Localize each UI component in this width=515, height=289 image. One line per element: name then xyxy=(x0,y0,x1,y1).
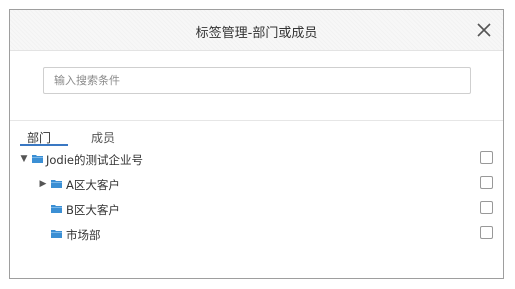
tab-bar: 部门 成员 xyxy=(10,120,503,146)
folder-icon xyxy=(32,154,43,163)
tree-node-root[interactable]: ▼ Jodie的测试企业号 xyxy=(10,149,503,169)
expand-caret-icon[interactable]: ▶ xyxy=(38,178,48,190)
tree-node-a-region[interactable]: ▶ A区大客户 xyxy=(10,174,503,194)
dialog-title: 标签管理-部门或成员 xyxy=(195,26,318,41)
close-icon xyxy=(477,23,491,37)
collapse-caret-icon[interactable]: ▼ xyxy=(19,153,29,165)
active-tab-indicator xyxy=(20,144,68,146)
tree-node-label: A区大客户 xyxy=(66,178,120,192)
tree-node-label: B区大客户 xyxy=(66,203,120,217)
node-checkbox[interactable] xyxy=(480,201,493,214)
tree-node-marketing[interactable]: 市场部 xyxy=(10,224,503,244)
tree-node-b-region[interactable]: B区大客户 xyxy=(10,199,503,219)
node-checkbox[interactable] xyxy=(480,176,493,189)
node-checkbox[interactable] xyxy=(480,151,493,164)
tree-node-label: Jodie的测试企业号 xyxy=(46,153,143,167)
dialog-header: 标签管理-部门或成员 xyxy=(10,10,503,51)
search-input[interactable] xyxy=(43,67,471,94)
close-button[interactable] xyxy=(473,19,495,41)
node-checkbox[interactable] xyxy=(480,226,493,239)
tab-member[interactable]: 成员 xyxy=(91,129,115,146)
folder-icon xyxy=(51,229,62,238)
tree-node-label: 市场部 xyxy=(66,228,101,242)
tag-management-dialog: 标签管理-部门或成员 部门 成员 ▼ Jodie的测试企业号 ▶ A区大 xyxy=(9,9,504,279)
folder-icon xyxy=(51,204,62,213)
folder-icon xyxy=(51,179,62,188)
search-area xyxy=(10,51,503,121)
